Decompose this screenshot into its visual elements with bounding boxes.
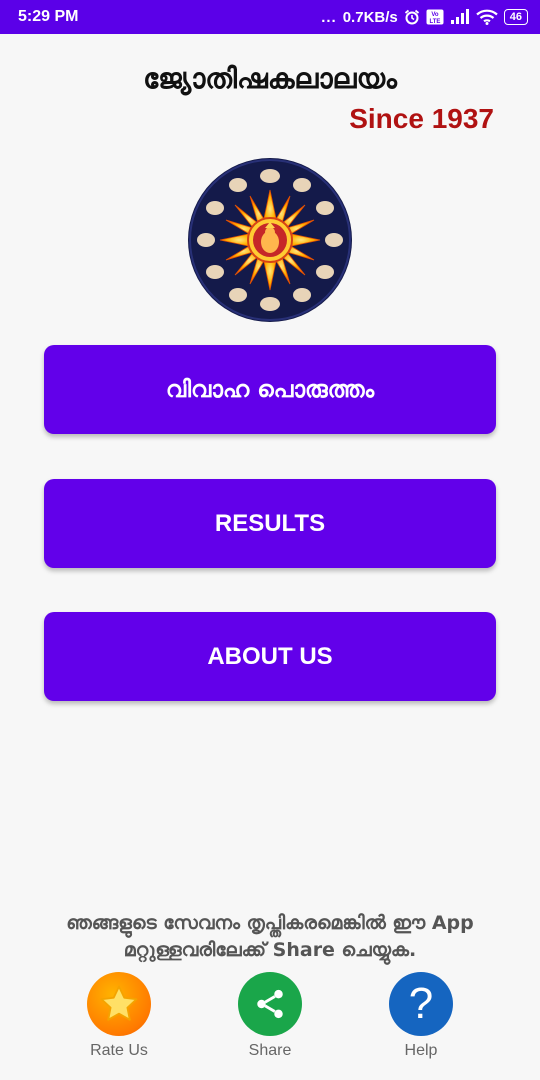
share-icon[interactable] <box>238 972 302 1036</box>
status-indicators: ... 0.7KB/s Vo LTE 46 <box>321 9 528 26</box>
network-speed: 0.7KB/s <box>342 8 398 26</box>
wifi-icon <box>476 9 498 25</box>
bottom-actions: Rate Us Share ? Help <box>0 972 540 1062</box>
rate-us-button[interactable]: Rate Us <box>69 972 169 1060</box>
marriage-match-button[interactable]: വിവാഹ പൊരുത്തം <box>44 345 496 434</box>
share-button[interactable]: Share <box>220 972 320 1060</box>
share-label: Share <box>248 1042 292 1059</box>
volte-icon: Vo LTE <box>426 9 444 25</box>
since-label: Since 1937 <box>349 103 494 134</box>
share-message-line-1: ഞങ്ങളുടെ സേവനം തൃപ്തികരമെങ്കിൽ ഈ App <box>66 912 474 934</box>
status-time: 5:29 PM <box>18 8 79 25</box>
alarm-icon <box>404 9 420 25</box>
signal-icon <box>450 9 470 25</box>
svg-text:Vo: Vo <box>431 12 439 18</box>
share-message-line-2: മറ്റുള്ളവരിലേക്ക് Share ചെയ്യുക. <box>123 939 417 961</box>
rate-us-label: Rate Us <box>90 1042 148 1059</box>
svg-text:LTE: LTE <box>429 19 440 25</box>
star-icon[interactable] <box>87 972 151 1036</box>
battery-icon: 46 <box>503 9 528 25</box>
about-us-button[interactable]: ABOUT US <box>44 612 496 701</box>
zodiac-wheel-logo <box>188 158 352 322</box>
status-bar: 5:29 PM ... 0.7KB/s Vo LTE 46 <box>0 0 540 34</box>
help-icon[interactable]: ? <box>389 972 453 1036</box>
help-button[interactable]: ? Help <box>371 972 471 1060</box>
help-label: Help <box>404 1042 438 1059</box>
app-title: ജ്യോതിഷകലാലയം <box>143 62 397 95</box>
results-button[interactable]: RESULTS <box>44 479 496 568</box>
notification-dots: ... <box>321 8 337 26</box>
share-message: ഞങ്ങളുടെ സേവനം തൃപ്തികരമെങ്കിൽ ഈ App മറ്… <box>0 910 540 964</box>
